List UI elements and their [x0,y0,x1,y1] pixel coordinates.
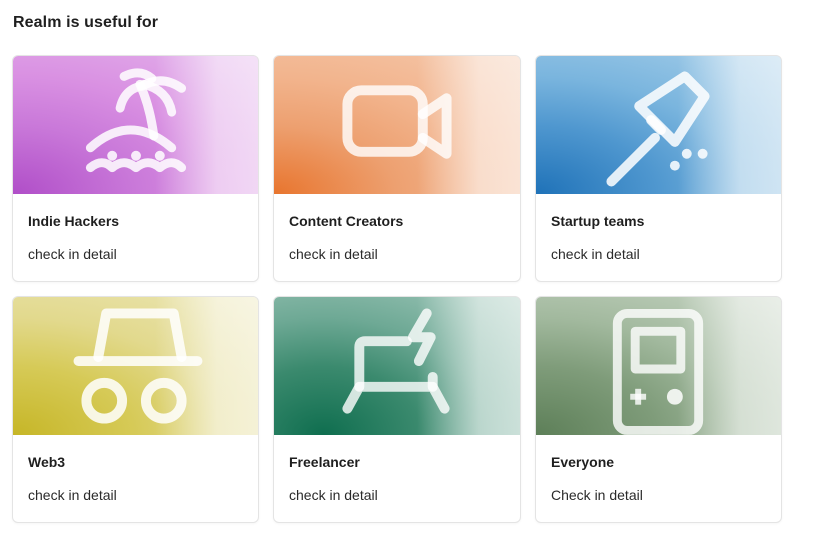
card-title: Startup teams [551,213,645,229]
card-title: Indie Hackers [28,213,120,229]
card-title: Web3 [28,454,66,470]
use-case-grid: Indie Hackers check in detail Content Cr… [12,55,782,523]
check-in-detail-link[interactable]: check in detail [551,246,640,263]
check-in-detail-link[interactable]: check in detail [289,246,378,263]
rocket-icon [606,71,710,187]
card-freelancer[interactable]: Freelancer check in detail [273,296,521,523]
check-in-detail-link[interactable]: Check in detail [551,487,643,504]
gameboy-icon [612,308,704,435]
card-banner [13,56,258,194]
card-title: Content Creators [289,213,404,229]
incognito-icon [73,308,203,424]
page-title: Realm is useful for [13,14,159,31]
card-content-creators[interactable]: Content Creators check in detail [273,55,521,282]
card-banner [274,56,520,194]
card-banner [13,297,258,435]
card-banner [536,56,781,194]
video-camera-icon [342,85,452,159]
card-everyone[interactable]: Everyone Check in detail [535,296,782,523]
card-banner [274,297,520,435]
check-in-detail-link[interactable]: check in detail [289,487,378,504]
check-in-detail-link[interactable]: check in detail [28,487,117,504]
laptop-bolt-icon [342,308,450,414]
card-title: Everyone [551,454,615,470]
card-title: Freelancer [289,454,360,470]
card-startup-teams[interactable]: Startup teams check in detail [535,55,782,282]
check-in-detail-link[interactable]: check in detail [28,246,117,263]
card-indie-hackers[interactable]: Indie Hackers check in detail [12,55,259,282]
island-palm-icon [85,68,187,173]
card-web3[interactable]: Web3 check in detail [12,296,259,523]
card-banner [536,297,781,435]
